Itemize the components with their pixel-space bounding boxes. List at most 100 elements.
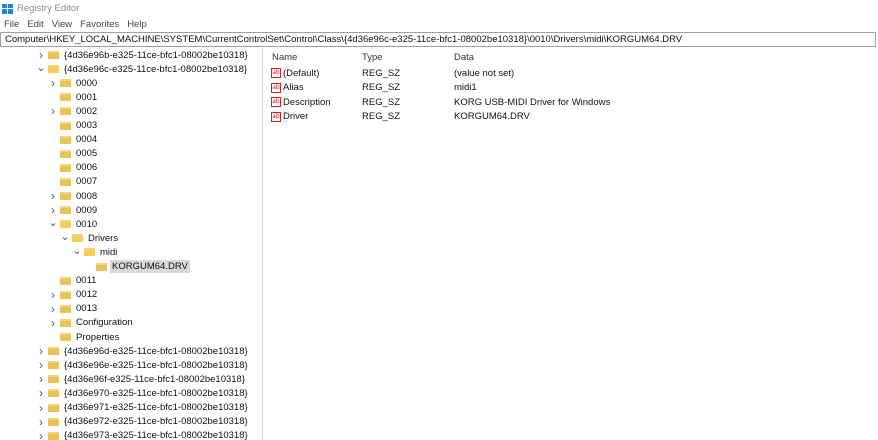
value-name: Description (283, 96, 331, 108)
menu-help[interactable]: Help (123, 19, 151, 30)
value-name: Alias (283, 82, 304, 93)
tree-node[interactable]: ⌄ midi (72, 245, 119, 259)
tree-node[interactable]: 0007 (48, 175, 99, 189)
tree-node-label: 0006 (76, 162, 98, 174)
folder-icon (60, 135, 71, 144)
tree-node-label: 0005 (76, 148, 98, 160)
folder-icon (60, 93, 71, 102)
value-row[interactable]: ab (Default) REG_SZ (value not set) (271, 66, 871, 80)
chevron-right-icon[interactable]: › (48, 302, 58, 316)
string-value-icon: ab (271, 68, 281, 78)
menu-view[interactable]: View (48, 19, 76, 30)
chevron-right-icon[interactable]: › (48, 316, 58, 330)
tree-node[interactable]: KORGUM64.DRV (84, 260, 190, 274)
chevron-right-icon[interactable]: › (36, 429, 46, 440)
menu-favorites[interactable]: Favorites (76, 19, 123, 30)
folder-icon (48, 403, 59, 412)
chevron-right-icon[interactable]: › (48, 189, 58, 203)
folder-icon (60, 290, 71, 299)
chevron-down-icon[interactable]: ⌄ (60, 229, 70, 243)
folder-icon (60, 163, 71, 172)
tree-node-label: 0004 (76, 134, 98, 146)
chevron-right-icon[interactable]: › (36, 415, 46, 429)
value-row[interactable]: ab Alias REG_SZ midi1 (271, 81, 871, 95)
folder-icon (48, 65, 59, 74)
value-type: REG_SZ (362, 67, 401, 79)
tree-node[interactable]: 0006 (48, 161, 99, 175)
folder-icon (60, 79, 71, 88)
tree-node[interactable]: 0011 (48, 274, 98, 288)
column-header-name[interactable]: Name (272, 52, 297, 64)
tree-node-label: 0009 (76, 204, 98, 216)
key-tree[interactable]: › {4d36e96b-e325-11ce-bfc1-08002be10318} ⌄… (0, 48, 262, 440)
tree-node[interactable]: › {4d36e971-e325-11ce-bfc1-08002be10318} (36, 401, 250, 415)
tree-node[interactable]: › {4d36e96f-e325-11ce-bfc1-08002be10318} (36, 372, 247, 386)
folder-icon (48, 417, 59, 426)
folder-icon (60, 333, 71, 341)
tree-node[interactable]: ⌄ Drivers (60, 231, 120, 245)
toggle-spacer (48, 133, 58, 147)
menu-bar: File Edit View Favorites Help (0, 17, 151, 32)
tree-node[interactable]: › 0002 (48, 104, 99, 118)
column-header-type[interactable]: Type (362, 52, 383, 64)
chevron-down-icon[interactable]: ⌄ (72, 243, 82, 257)
menu-file[interactable]: File (0, 19, 23, 30)
value-type: REG_SZ (362, 111, 401, 122)
tree-node-label: {4d36e96f-e325-11ce-bfc1-08002be10318} (64, 373, 246, 385)
tree-node[interactable]: › {4d36e970-e325-11ce-bfc1-08002be10318} (36, 386, 250, 400)
chevron-right-icon[interactable]: › (48, 104, 58, 118)
value-data: KORGUM64.DRV (454, 111, 530, 122)
chevron-down-icon[interactable]: ⌄ (36, 60, 46, 74)
toggle-spacer (48, 175, 58, 189)
tree-node-label: 0002 (76, 105, 98, 117)
folder-icon (48, 375, 59, 384)
tree-node[interactable]: › {4d36e96b-e325-11ce-bfc1-08002be10318} (36, 48, 250, 62)
address-bar[interactable]: Computer\HKEY_LOCAL_MACHINE\SYSTEM\Curre… (0, 32, 876, 47)
tree-node-label: 0000 (76, 77, 98, 89)
chevron-down-icon[interactable]: ⌄ (48, 215, 58, 229)
tree-node[interactable]: ⌄ 0010 (48, 217, 99, 231)
tree-node[interactable]: › {4d36e96e-e325-11ce-bfc1-08002be10318} (36, 358, 250, 372)
values-list[interactable]: Name Type Data ab (Default) REG_SZ (value n… (267, 48, 878, 440)
string-value-icon: ab (271, 111, 281, 122)
tree-node[interactable]: › 0013 (48, 302, 99, 316)
tree-node-label: {4d36e973-e325-11ce-bfc1-08002be10318} (64, 430, 248, 440)
tree-node-label: midi (100, 246, 118, 258)
chevron-right-icon[interactable]: › (48, 76, 58, 90)
folder-icon (60, 149, 71, 158)
tree-node-label: KORGUM64.DRV (110, 260, 190, 273)
value-name: (Default) (283, 67, 320, 79)
tree-node[interactable]: 0003 (48, 119, 99, 133)
tree-node[interactable]: 0004 (48, 133, 99, 147)
chevron-right-icon[interactable]: › (36, 401, 46, 415)
chevron-right-icon[interactable]: › (36, 358, 46, 372)
tree-node-label: 0011 (76, 275, 97, 287)
folder-icon (72, 234, 83, 243)
toggle-spacer (48, 274, 58, 288)
folder-icon (48, 51, 59, 59)
chevron-right-icon[interactable]: › (36, 386, 46, 400)
chevron-right-icon[interactable]: › (36, 372, 46, 386)
tree-node-label: 0008 (76, 190, 98, 202)
tree-node-label: 0003 (76, 120, 98, 131)
tree-node-label: {4d36e96c-e325-11ce-bfc1-08002be10318} (64, 63, 248, 75)
tree-node[interactable]: › Configuration (48, 316, 135, 330)
value-row[interactable]: ab Description REG_SZ KORG USB-MIDI Driver … (271, 95, 871, 109)
chevron-right-icon[interactable]: › (36, 344, 46, 358)
tree-node[interactable]: › {4d36e96d-e325-11ce-bfc1-08002be10318} (36, 344, 250, 358)
tree-node[interactable]: › 0012 (48, 288, 99, 302)
tree-node[interactable]: › {4d36e973-e325-11ce-bfc1-08002be10318} (36, 429, 250, 440)
tree-node[interactable]: 0005 (48, 147, 99, 161)
value-row[interactable]: ab Driver REG_SZ KORGUM64.DRV (271, 110, 871, 124)
tree-node[interactable]: › {4d36e972-e325-11ce-bfc1-08002be10318} (36, 415, 250, 429)
column-header-data[interactable]: Data (454, 52, 474, 64)
chevron-right-icon[interactable]: › (48, 288, 58, 302)
tree-node[interactable]: Properties (48, 330, 121, 344)
menu-edit[interactable]: Edit (23, 19, 47, 30)
toggle-spacer (48, 147, 58, 161)
tree-node[interactable]: 0001 (48, 90, 99, 104)
tree-node[interactable]: › 0000 (48, 76, 99, 90)
tree-node[interactable]: ⌄ {4d36e96c-e325-11ce-bfc1-08002be10318} (36, 62, 249, 76)
tree-node-label: 0013 (76, 303, 98, 315)
tree-node[interactable]: › 0008 (48, 189, 99, 203)
